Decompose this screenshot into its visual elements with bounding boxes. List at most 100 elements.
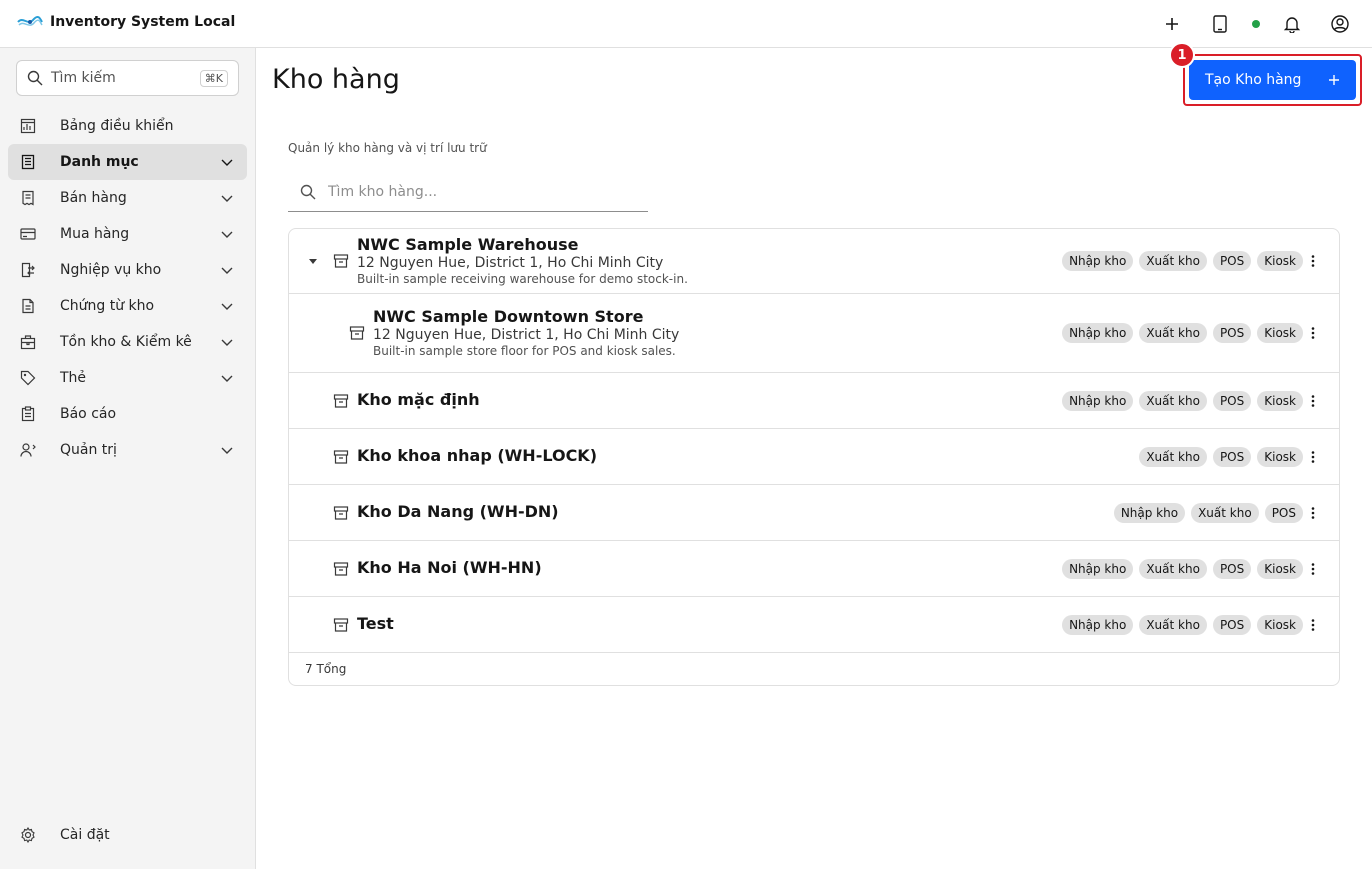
top-header: Inventory System Local [0,0,1372,48]
sidebar-item-sales[interactable]: Bán hàng [8,180,247,216]
tag-pos: POS [1212,446,1252,467]
chevron-down-icon [221,267,233,274]
header-actions [1148,0,1364,48]
table-row[interactable]: Test Nhập kho Xuất kho POS Kiosk [289,597,1339,653]
transfer-icon [20,262,36,278]
tag-pos: POS [1212,251,1252,271]
tag-kiosk: Kiosk [1257,390,1303,411]
page-title: Kho hàng [272,64,400,95]
sidebar-item-inventory[interactable]: Tồn kho & Kiểm kê [8,324,247,360]
tag-receive: Nhập kho [1062,251,1134,271]
create-warehouse-label: Tạo Kho hàng [1205,72,1302,88]
table-row[interactable]: NWC Sample Warehouse 12 Nguyen Hue, Dist… [289,229,1339,294]
warehouse-icon [333,506,349,520]
warehouse-name: NWC Sample Warehouse [357,235,579,254]
table-row[interactable]: NWC Sample Downtown Store 12 Nguyen Hue,… [289,294,1339,373]
sidebar-item-tags[interactable]: Thẻ [8,360,247,396]
tag-issue: Xuất kho [1139,614,1207,635]
capability-tags: Nhập kho Xuất kho POS [1108,502,1303,523]
tag-issue: Xuất kho [1191,502,1259,523]
warehouse-icon [333,450,349,464]
plus-icon [1166,18,1178,30]
sidebar-item-label: Bán hàng [60,190,127,206]
dashboard-icon [20,118,36,134]
bell-icon [1283,17,1301,33]
sidebar-item-admin[interactable]: Quản trị [8,432,247,468]
notifications-button[interactable] [1268,0,1316,48]
tag-receive: Nhập kho [1062,323,1134,343]
warehouse-address: 12 Nguyen Hue, District 1, Ho Chi Minh C… [373,327,680,343]
warehouse-icon [349,326,365,340]
sidebar-item-warehouse-ops[interactable]: Nghiệp vụ kho [8,252,247,288]
tag-issue: Xuất kho [1139,390,1207,411]
overflow-menu-icon[interactable] [1305,505,1321,521]
chevron-down-icon [221,303,233,310]
overflow-menu-icon[interactable] [1305,561,1321,577]
tag-kiosk: Kiosk [1257,558,1303,579]
sidebar-item-label: Quản trị [60,442,117,458]
main-content: Kho hàng Tạo Kho hàng 1 Quản lý kho hàng… [256,42,1372,869]
table-row[interactable]: Kho khoa nhap (WH-LOCK) Xuất kho POS Kio… [289,429,1339,485]
capability-tags: Xuất kho POS Kiosk [1133,446,1303,467]
brand[interactable]: Inventory System Local [16,10,235,34]
sidebar-search-label: Tìm kiếm [51,70,116,86]
chevron-down-icon [221,447,233,454]
tag-pos: POS [1212,390,1252,411]
sidebar-search[interactable]: Tìm kiếm ⌘K [16,60,239,96]
sidebar-item-catalog[interactable]: Danh mục [8,144,247,180]
row-info: Kho khoa nhap (WH-LOCK) [357,446,597,465]
warehouse-search [288,172,648,212]
table-row[interactable]: Kho Ha Noi (WH-HN) Nhập kho Xuất kho POS… [289,541,1339,597]
tag-issue: Xuất kho [1139,323,1207,343]
page-subtitle: Quản lý kho hàng và vị trí lưu trữ [288,141,487,155]
tag-pos: POS [1212,323,1252,343]
overflow-menu-icon[interactable] [1305,449,1321,465]
row-info: Kho Ha Noi (WH-HN) [357,558,542,577]
sidebar-item-settings[interactable]: Cài đặt [8,817,247,853]
sidebar-item-label: Nghiệp vụ kho [60,262,162,278]
sidebar-item-dashboard[interactable]: Bảng điều khiển [8,108,247,144]
search-icon [27,70,43,86]
warehouse-icon [333,562,349,576]
sidebar-item-label: Tồn kho & Kiểm kê [60,334,192,350]
sidebar-item-label: Thẻ [60,370,87,386]
caret-down-icon[interactable] [307,255,319,267]
overflow-menu-icon[interactable] [1305,253,1321,269]
user-profile-button[interactable] [1316,0,1364,48]
device-button[interactable] [1196,0,1244,48]
table-footer-total: 7 Tổng [305,662,347,676]
sidebar-item-reports[interactable]: Báo cáo [8,396,247,432]
app-logo-icon [17,15,43,26]
tag-issue: Xuất kho [1139,251,1207,271]
connection-status [1244,0,1268,48]
warehouse-name: Kho Da Nang (WH-DN) [357,502,559,521]
overflow-menu-icon[interactable] [1305,393,1321,409]
sidebar-item-purchasing[interactable]: Mua hàng [8,216,247,252]
create-warehouse-button[interactable]: Tạo Kho hàng [1189,60,1356,100]
table-row[interactable]: Kho Da Nang (WH-DN) Nhập kho Xuất kho PO… [289,485,1339,541]
chevron-down-icon [221,159,233,166]
inventory-icon [20,334,36,350]
warehouse-name: Kho khoa nhap (WH-LOCK) [357,446,598,465]
add-button[interactable] [1148,0,1196,48]
tag-receive: Nhập kho [1062,614,1134,635]
status-dot-icon [1252,20,1260,28]
warehouse-search-input[interactable] [328,183,636,200]
admin-icon [20,442,36,458]
warehouse-icon [333,618,349,632]
warehouse-icon [333,394,349,408]
create-button-highlight: Tạo Kho hàng [1183,54,1362,106]
warehouse-description: Built-in sample store floor for POS and … [373,344,676,358]
sidebar-item-label: Bảng điều khiển [60,118,174,134]
sidebar-item-warehouse-docs[interactable]: Chứng từ kho [8,288,247,324]
sidebar-item-label: Danh mục [60,154,139,170]
receipt-icon [20,190,36,206]
tag-kiosk: Kiosk [1257,614,1303,635]
overflow-menu-icon[interactable] [1305,617,1321,633]
row-info: NWC Sample Warehouse 12 Nguyen Hue, Dist… [357,235,688,286]
sidebar-item-label: Mua hàng [60,226,130,242]
plus-icon [1329,75,1339,85]
capability-tags: Nhập kho Xuất kho POS Kiosk [1056,558,1303,579]
table-row[interactable]: Kho mặc định Nhập kho Xuất kho POS Kiosk [289,373,1339,429]
overflow-menu-icon[interactable] [1305,325,1321,341]
